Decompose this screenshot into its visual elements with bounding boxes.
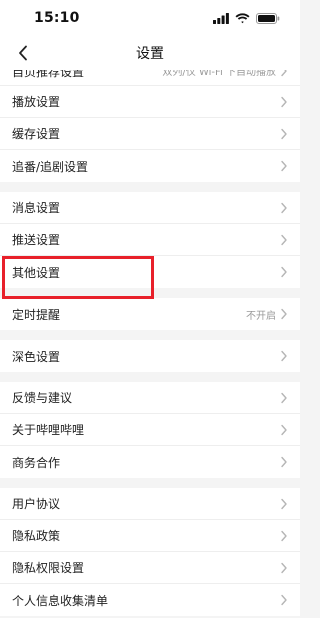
row-label: 缓存设置	[12, 127, 61, 141]
group-divider	[0, 182, 300, 192]
settings-row-dark-mode[interactable]: 深色设置	[0, 340, 300, 372]
settings-group-notifications: 消息设置 推送设置 其他设置	[0, 192, 300, 288]
chevron-right-icon	[281, 424, 287, 435]
chevron-right-icon	[281, 70, 287, 76]
settings-group-reminder: 定时提醒 不开启	[0, 298, 300, 330]
row-label: 消息设置	[12, 201, 61, 215]
chevron-left-icon	[19, 45, 27, 61]
battery-icon	[256, 12, 280, 24]
settings-row-business[interactable]: 商务合作	[0, 446, 300, 478]
settings-row-timer-reminder[interactable]: 定时提醒 不开启	[0, 298, 300, 330]
settings-group-general: 自页推荐设置 双列/仅 Wi-Fi 下自动播放 播放设置 缓存设置 追番/追剧设…	[0, 70, 300, 182]
group-divider	[0, 330, 300, 340]
row-label: 反馈与建议	[12, 391, 73, 405]
settings-row-home-recommend[interactable]: 自页推荐设置 双列/仅 Wi-Fi 下自动播放	[0, 70, 300, 86]
chevron-right-icon	[281, 498, 287, 509]
row-label: 隐私权限设置	[12, 561, 85, 575]
group-divider	[0, 372, 300, 382]
settings-row-privacy-permissions[interactable]: 隐私权限设置	[0, 552, 300, 584]
chevron-right-icon	[281, 530, 287, 541]
row-value: 不开启	[246, 310, 276, 322]
settings-row-playback[interactable]: 播放设置	[0, 86, 300, 118]
chevron-right-icon	[281, 202, 287, 213]
status-icons	[213, 12, 280, 24]
chevron-right-icon	[281, 456, 287, 468]
chevron-right-icon	[281, 96, 287, 107]
chevron-right-icon	[281, 160, 287, 172]
row-label: 定时提醒	[12, 307, 61, 322]
row-label: 关于哔哩哔哩	[12, 423, 85, 437]
chevron-right-icon	[281, 594, 287, 606]
settings-group-legal: 用户协议 隐私政策 隐私权限设置 个人信息收集清单	[0, 488, 300, 616]
settings-row-feedback[interactable]: 反馈与建议	[0, 382, 300, 414]
chevron-right-icon	[281, 562, 287, 573]
status-time: 15:10	[34, 10, 80, 26]
chevron-right-icon	[281, 392, 287, 403]
chevron-right-icon	[281, 308, 287, 320]
settings-row-personal-info-list[interactable]: 个人信息收集清单	[0, 584, 300, 616]
group-divider	[0, 478, 300, 488]
settings-row-push[interactable]: 推送设置	[0, 224, 300, 256]
settings-row-user-agreement[interactable]: 用户协议	[0, 488, 300, 520]
signal-bars-icon	[213, 12, 229, 24]
settings-row-privacy-policy[interactable]: 隐私政策	[0, 520, 300, 552]
status-bar: 15:10	[0, 0, 300, 36]
row-label: 用户协议	[12, 497, 61, 511]
nav-bar: 设置	[0, 36, 300, 70]
row-label: 其他设置	[12, 265, 61, 280]
settings-row-other[interactable]: 其他设置	[0, 256, 300, 288]
settings-group-about: 反馈与建议 关于哔哩哔哩 商务合作	[0, 382, 300, 478]
row-label: 商务合作	[12, 455, 61, 470]
group-divider	[0, 288, 300, 298]
row-label: 个人信息收集清单	[12, 593, 109, 608]
chevron-right-icon	[281, 234, 287, 245]
chevron-right-icon	[281, 128, 287, 139]
settings-row-messages[interactable]: 消息设置	[0, 192, 300, 224]
row-label: 追番/追剧设置	[12, 159, 89, 174]
row-label: 深色设置	[12, 349, 61, 364]
row-label: 自页推荐设置	[12, 70, 85, 79]
row-label: 隐私政策	[12, 529, 61, 543]
back-button[interactable]	[12, 42, 34, 64]
page-title: 设置	[136, 46, 164, 62]
settings-row-cache[interactable]: 缓存设置	[0, 118, 300, 150]
row-label: 播放设置	[12, 95, 61, 109]
wifi-icon	[235, 12, 250, 23]
row-value: 双列/仅 Wi-Fi 下自动播放	[162, 70, 276, 78]
settings-group-dark-mode: 深色设置	[0, 340, 300, 372]
settings-row-follow[interactable]: 追番/追剧设置	[0, 150, 300, 182]
settings-row-about[interactable]: 关于哔哩哔哩	[0, 414, 300, 446]
row-label: 推送设置	[12, 233, 61, 247]
chevron-right-icon	[281, 350, 287, 362]
chevron-right-icon	[281, 266, 287, 278]
